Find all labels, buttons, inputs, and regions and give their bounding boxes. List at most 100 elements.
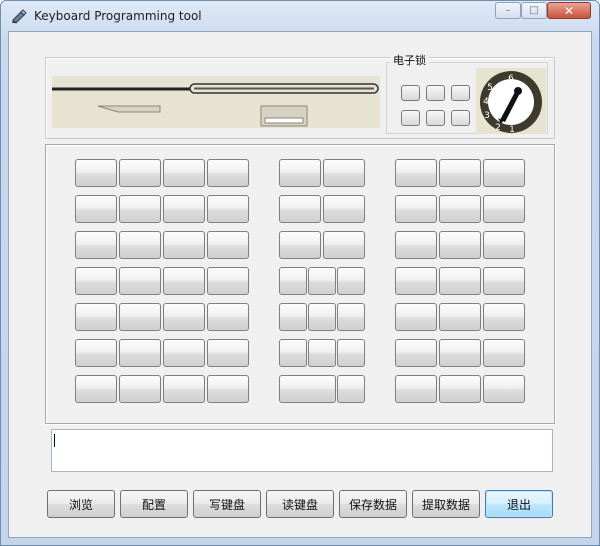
key-left-r1-c4[interactable] — [207, 159, 249, 187]
ekey-button-5[interactable] — [426, 110, 445, 126]
key-left-r2-c2[interactable] — [119, 195, 161, 223]
key-left-r6-c2[interactable] — [119, 339, 161, 367]
key-right-r3-c2[interactable] — [439, 231, 481, 259]
key-left-r5-c2[interactable] — [119, 303, 161, 331]
keyboard-layout — [45, 144, 555, 424]
dial-number-1: 1 — [509, 125, 515, 134]
key-left-r7-c1[interactable] — [75, 375, 117, 403]
output-textbox[interactable] — [51, 429, 553, 472]
key-right-r6-c2[interactable] — [439, 339, 481, 367]
key-mid-r7-c1[interactable] — [279, 375, 336, 403]
exit-button[interactable]: 退出 — [485, 490, 553, 518]
key-mid-r4-c3[interactable] — [337, 267, 365, 295]
key-left-r4-c1[interactable] — [75, 267, 117, 295]
key-right-r2-c1[interactable] — [395, 195, 437, 223]
ekey-button-1[interactable] — [401, 85, 420, 101]
key-right-r3-c3[interactable] — [483, 231, 525, 259]
ekey-button-4[interactable] — [401, 110, 420, 126]
dial-number-2: 2 — [495, 123, 501, 133]
key-right-r5-c1[interactable] — [395, 303, 437, 331]
key-left-r6-c3[interactable] — [163, 339, 205, 367]
key-mid-r2-c1[interactable] — [279, 195, 321, 223]
key-left-r7-c3[interactable] — [163, 375, 205, 403]
key-left-r5-c3[interactable] — [163, 303, 205, 331]
key-lock-icon[interactable]: 6 5 4 3 2 1 — [476, 68, 546, 134]
config-button[interactable]: 配置 — [120, 490, 188, 518]
key-mid-r4-c1[interactable] — [279, 267, 307, 295]
ekey-button-3[interactable] — [451, 85, 470, 101]
key-left-r2-c3[interactable] — [163, 195, 205, 223]
key-left-r1-c2[interactable] — [119, 159, 161, 187]
key-mid-r6-c1[interactable] — [279, 339, 307, 367]
key-mid-r5-c1[interactable] — [279, 303, 307, 331]
key-left-r3-c1[interactable] — [75, 231, 117, 259]
title-bar[interactable]: Keyboard Programming tool – □ ✕ — [1, 1, 599, 31]
key-left-r3-c4[interactable] — [207, 231, 249, 259]
key-right-r1-c1[interactable] — [395, 159, 437, 187]
key-mid-r1-c2[interactable] — [323, 159, 365, 187]
key-left-r7-c2[interactable] — [119, 375, 161, 403]
key-left-r4-c2[interactable] — [119, 267, 161, 295]
browse-button[interactable]: 浏览 — [47, 490, 115, 518]
key-left-r2-c4[interactable] — [207, 195, 249, 223]
text-caret — [54, 434, 55, 447]
key-left-r3-c2[interactable] — [119, 231, 161, 259]
key-right-r6-c3[interactable] — [483, 339, 525, 367]
dial-number-5: 5 — [487, 83, 493, 93]
close-button[interactable]: ✕ — [547, 2, 591, 19]
key-left-r3-c3[interactable] — [163, 231, 205, 259]
key-right-r1-c2[interactable] — [439, 159, 481, 187]
key-right-r1-c3[interactable] — [483, 159, 525, 187]
dial-number-4: 4 — [483, 97, 489, 107]
key-right-r3-c1[interactable] — [395, 231, 437, 259]
key-left-r5-c1[interactable] — [75, 303, 117, 331]
key-right-r4-c3[interactable] — [483, 267, 525, 295]
app-window: Keyboard Programming tool – □ ✕ 电子锁 6 5 … — [0, 0, 600, 546]
dial-number-6: 6 — [508, 74, 514, 84]
key-mid-r3-c2[interactable] — [323, 231, 365, 259]
key-left-r1-c1[interactable] — [75, 159, 117, 187]
key-mid-r7-c2[interactable] — [337, 375, 365, 403]
key-left-r2-c1[interactable] — [75, 195, 117, 223]
key-right-r7-c2[interactable] — [439, 375, 481, 403]
key-mid-r6-c2[interactable] — [308, 339, 336, 367]
key-right-r2-c2[interactable] — [439, 195, 481, 223]
ekey-button-2[interactable] — [426, 85, 445, 101]
key-mid-r5-c3[interactable] — [337, 303, 365, 331]
key-left-r6-c1[interactable] — [75, 339, 117, 367]
key-mid-r6-c3[interactable] — [337, 339, 365, 367]
key-right-r2-c3[interactable] — [483, 195, 525, 223]
save-data-button[interactable]: 保存数据 — [339, 490, 407, 518]
key-right-r7-c1[interactable] — [395, 375, 437, 403]
key-left-r7-c4[interactable] — [207, 375, 249, 403]
dial-number-3: 3 — [484, 111, 490, 121]
key-mid-r5-c2[interactable] — [308, 303, 336, 331]
key-right-r4-c2[interactable] — [439, 267, 481, 295]
key-right-r5-c2[interactable] — [439, 303, 481, 331]
key-mid-r1-c1[interactable] — [279, 159, 321, 187]
key-right-r5-c3[interactable] — [483, 303, 525, 331]
key-left-r1-c3[interactable] — [163, 159, 205, 187]
minimize-button[interactable]: – — [495, 2, 521, 19]
write-keyboard-button[interactable]: 写键盘 — [193, 490, 261, 518]
key-left-r6-c4[interactable] — [207, 339, 249, 367]
key-left-r4-c3[interactable] — [163, 267, 205, 295]
key-mid-r2-c2[interactable] — [323, 195, 365, 223]
read-keyboard-button[interactable]: 读键盘 — [266, 490, 334, 518]
maximize-button[interactable]: □ — [521, 2, 547, 19]
card-reader-icon — [52, 76, 380, 128]
key-mid-r4-c2[interactable] — [308, 267, 336, 295]
key-left-r5-c4[interactable] — [207, 303, 249, 331]
key-right-r4-c1[interactable] — [395, 267, 437, 295]
client-area: 电子锁 6 5 4 3 2 1 浏览 配置 写键盘 读键盘 保存数据 提取数据 … — [8, 31, 592, 538]
ekey-label: 电子锁 — [390, 52, 429, 68]
reader-panel: 电子锁 6 5 4 3 2 1 — [45, 52, 555, 139]
key-left-r4-c4[interactable] — [207, 267, 249, 295]
extract-data-button[interactable]: 提取数据 — [412, 490, 480, 518]
key-right-r7-c3[interactable] — [483, 375, 525, 403]
window-title: Keyboard Programming tool — [34, 9, 202, 23]
key-mid-r3-c1[interactable] — [279, 231, 321, 259]
keyboard-pen-icon — [12, 9, 27, 24]
ekey-button-6[interactable] — [451, 110, 470, 126]
key-right-r6-c1[interactable] — [395, 339, 437, 367]
